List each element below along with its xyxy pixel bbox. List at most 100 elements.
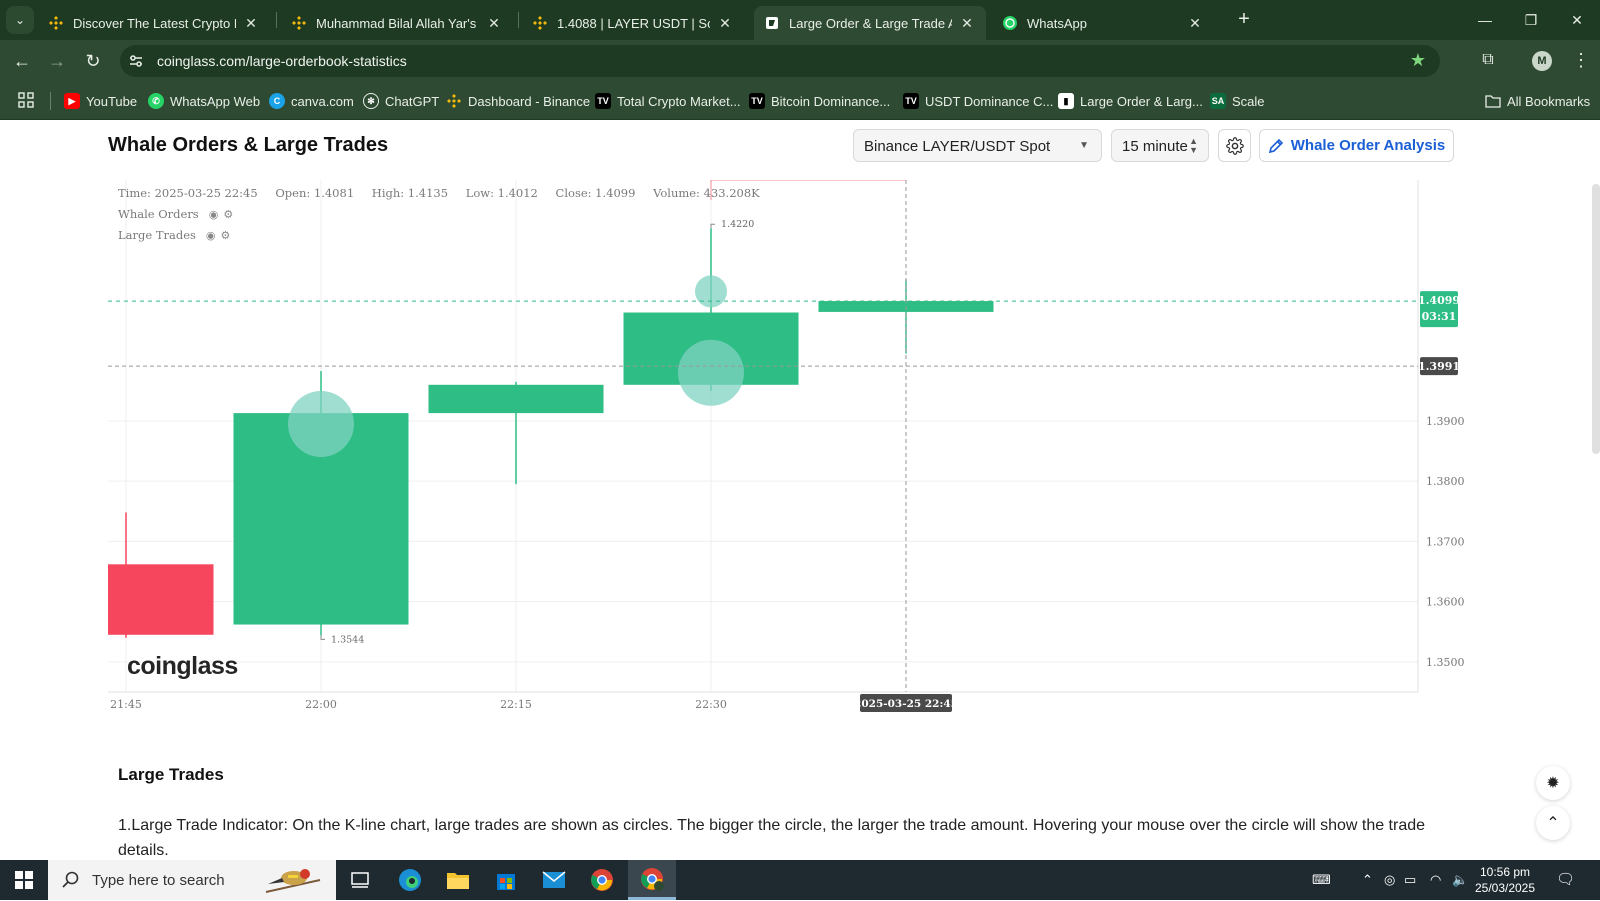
close-icon[interactable]: ✕ <box>242 15 260 32</box>
legend-volume: Volume: 433.208K <box>653 186 760 200</box>
system-clock[interactable]: 10:56 pm 25/03/2025 <box>1464 864 1546 896</box>
bookmark-bitcoin-dominance[interactable]: TV Bitcoin Dominance... <box>749 91 890 111</box>
start-button[interactable] <box>0 860 48 900</box>
webcam-icon[interactable]: ◎ <box>1384 860 1395 900</box>
minimize-button[interactable]: — <box>1470 8 1500 32</box>
scale-icon: SA <box>1210 93 1226 109</box>
tab-large-order[interactable]: Large Order & Large Trade Analysis ✕ <box>754 6 986 40</box>
restore-button[interactable]: ❐ <box>1516 8 1546 32</box>
taskbar-store[interactable] <box>482 860 530 900</box>
clock-time: 10:56 pm <box>1479 865 1531 879</box>
legend-low: Low: 1.4012 <box>465 186 538 200</box>
binance-icon <box>446 93 462 109</box>
theme-toggle-button[interactable]: ✹ <box>1536 766 1570 800</box>
eye-icon[interactable]: ◉ <box>209 208 219 221</box>
address-bar[interactable]: coinglass.com/large-orderbook-statistics… <box>120 45 1440 77</box>
gear-icon[interactable]: ⚙ <box>221 229 231 242</box>
tab-whatsapp[interactable]: WhatsApp ✕ <box>992 6 1214 40</box>
taskbar-chrome-profile[interactable] <box>628 860 676 900</box>
legend-series-large-trades: Large Trades ◉ ⚙ <box>118 228 774 242</box>
chatgpt-icon: ✻ <box>363 93 379 109</box>
interval-select[interactable]: 15 minute ▲ ▼ <box>1111 129 1209 162</box>
ohlc-readout: Time: 2025-03-25 22:45 Open: 1.4081 High… <box>118 186 774 200</box>
bookmark-usdt-dominance[interactable]: TV USDT Dominance C... <box>903 91 1053 111</box>
back-button[interactable]: ← <box>10 49 34 73</box>
bookmark-large-order[interactable]: ▮ Large Order & Larg... <box>1058 91 1203 111</box>
taskbar-edge[interactable] <box>386 860 434 900</box>
bookmark-whatsapp-web[interactable]: ✆ WhatsApp Web <box>148 91 260 111</box>
taskbar-file-explorer[interactable] <box>434 860 482 900</box>
tab-divider <box>518 12 519 28</box>
y-tick-label: 1.3700 <box>1426 535 1465 548</box>
large-trade-circle <box>695 275 727 308</box>
browser-tab-bar: ⌄ Discover The Latest Crypto News ✕ Muha… <box>0 0 1600 40</box>
url-text: coinglass.com/large-orderbook-statistics <box>157 53 407 69</box>
taskbar-chrome[interactable] <box>578 860 626 900</box>
y-tick-label: 1.3500 <box>1426 656 1465 669</box>
bookmark-label: Dashboard - Binance <box>468 93 591 109</box>
bookmarks-divider <box>50 92 51 110</box>
bookmark-label: canva.com <box>291 93 354 109</box>
candlestick-chart[interactable]: 1.3900 1.3800 1.3700 1.3600 1.3500 21:45 22:00… <box>108 180 1508 730</box>
coinglass-watermark: coinglass <box>127 652 238 680</box>
bookmark-youtube[interactable]: ▶ YouTube <box>64 91 137 111</box>
search-placeholder: Type here to search <box>92 871 225 889</box>
chart-settings-button[interactable] <box>1218 129 1251 162</box>
page-scrollbar[interactable] <box>1592 184 1600 454</box>
tradingview-icon: TV <box>903 93 919 109</box>
more-menu-icon[interactable]: ⋮ <box>1572 50 1590 71</box>
notification-center-icon[interactable]: 🗨 <box>1556 870 1575 888</box>
bookmark-chatgpt[interactable]: ✻ ChatGPT <box>363 91 439 111</box>
bookmark-canva[interactable]: C canva.com <box>269 91 354 111</box>
whale-order-analysis-button[interactable]: Whale Order Analysis <box>1259 129 1454 162</box>
apps-grid-icon[interactable] <box>18 92 36 110</box>
scroll-to-top-button[interactable]: ⌃ <box>1536 806 1570 840</box>
battery-icon[interactable]: ▭ <box>1404 860 1416 900</box>
profile-avatar[interactable]: M <box>1532 51 1552 71</box>
legend-open: Open: 1.4081 <box>275 186 355 200</box>
tab-layer-usdt[interactable]: 1.4088 | LAYER USDT | Solayer to ✕ <box>522 6 744 40</box>
up-down-arrows-icon: ▲ ▼ <box>1189 136 1198 155</box>
gear-icon[interactable]: ⚙ <box>223 208 233 221</box>
edge-icon <box>399 869 421 891</box>
x-tick-label: 22:00 <box>305 698 337 711</box>
tab-divider <box>276 12 277 28</box>
eye-icon[interactable]: ◉ <box>206 229 216 242</box>
bookmark-total-crypto-market[interactable]: TV Total Crypto Market... <box>595 91 741 111</box>
close-icon[interactable]: ✕ <box>958 15 976 32</box>
gear-icon <box>1225 136 1244 155</box>
reload-button[interactable]: ↻ <box>81 49 105 73</box>
y-tick-label: 1.3600 <box>1426 596 1465 609</box>
folder-icon <box>1485 93 1501 109</box>
taskbar-mail[interactable] <box>530 860 578 900</box>
close-icon[interactable]: ✕ <box>716 15 734 32</box>
all-bookmarks-folder[interactable]: All Bookmarks <box>1485 91 1590 111</box>
task-view-button[interactable] <box>336 860 384 900</box>
extensions-icon[interactable]: ⧉ <box>1478 51 1498 71</box>
wifi-icon[interactable]: ◠ <box>1430 860 1441 900</box>
crosshair-time-label: 2025-03-25 22:45 <box>854 698 958 710</box>
close-icon[interactable]: ✕ <box>1186 15 1204 32</box>
keyboard-layout-icon[interactable]: ⌨ <box>1312 860 1331 900</box>
new-tab-button[interactable]: + <box>1232 8 1256 32</box>
tab-search-button[interactable]: ⌄ <box>6 6 34 34</box>
bookmark-star-icon[interactable]: ★ <box>1410 50 1426 71</box>
store-icon <box>497 874 515 890</box>
large-trade-circle <box>678 339 744 406</box>
chrome-profile-icon <box>641 867 664 891</box>
x-tick-label: 22:15 <box>500 698 532 711</box>
taskbar-search[interactable]: Type here to search <box>48 860 336 900</box>
bookmark-scale[interactable]: SA Scale <box>1210 91 1265 111</box>
site-settings-icon[interactable] <box>128 53 144 69</box>
forward-button[interactable]: → <box>45 49 69 73</box>
bookmark-binance-dashboard[interactable]: Dashboard - Binance <box>446 91 590 111</box>
close-window-button[interactable]: ✕ <box>1562 8 1592 32</box>
chevron-up-icon[interactable]: ⌃ <box>1362 860 1373 900</box>
search-icon <box>62 871 80 889</box>
close-icon[interactable]: ✕ <box>485 15 503 32</box>
tab-crypto-news[interactable]: Discover The Latest Crypto News ✕ <box>38 6 270 40</box>
youtube-icon: ▶ <box>64 93 80 109</box>
series-label: Whale Orders <box>118 207 199 221</box>
tab-profile[interactable]: Muhammad Bilal Allah Yar's Profile ✕ <box>281 6 513 40</box>
pair-select[interactable]: Binance LAYER/USDT Spot ▼ <box>853 129 1102 162</box>
